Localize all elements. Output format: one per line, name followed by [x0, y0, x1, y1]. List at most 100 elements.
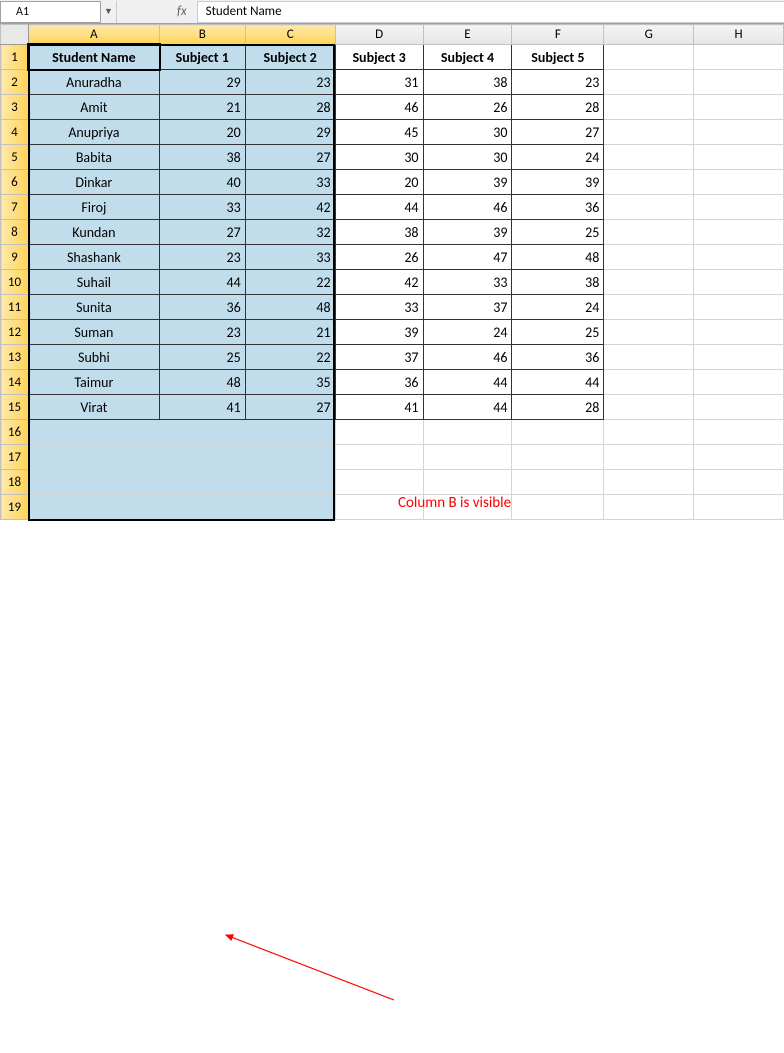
cell-B3[interactable]: 21	[159, 95, 245, 120]
cell-E10[interactable]: 33	[423, 270, 512, 295]
row-header-4[interactable]: 4	[1, 120, 29, 145]
cell-D9[interactable]: 26	[335, 245, 423, 270]
cell-E14[interactable]: 44	[423, 370, 512, 395]
cell-A11[interactable]: Sunita	[28, 295, 159, 320]
cell-G19[interactable]	[604, 495, 694, 520]
row-header-10[interactable]: 10	[1, 270, 29, 295]
cell-E15[interactable]: 44	[423, 395, 512, 420]
cell-C14[interactable]: 35	[245, 370, 335, 395]
cell-H9[interactable]	[694, 245, 784, 270]
cell-C2[interactable]: 23	[245, 70, 335, 95]
cell-D5[interactable]: 30	[335, 145, 423, 170]
cell-G10[interactable]	[604, 270, 694, 295]
column-header-D[interactable]: D	[335, 25, 423, 45]
select-all-corner[interactable]	[1, 25, 29, 45]
cell-F8[interactable]: 25	[512, 220, 604, 245]
cell-D1[interactable]: Subject 3	[335, 45, 423, 70]
cell-C13[interactable]: 22	[245, 345, 335, 370]
cell-F11[interactable]: 24	[512, 295, 604, 320]
cell-A9[interactable]: Shashank	[28, 245, 159, 270]
cell-F13[interactable]: 36	[512, 345, 604, 370]
cell-B1[interactable]: Subject 1	[159, 45, 245, 70]
cell-F18[interactable]	[512, 470, 604, 495]
cell-G7[interactable]	[604, 195, 694, 220]
cell-C10[interactable]: 22	[245, 270, 335, 295]
cell-A16[interactable]	[28, 420, 159, 445]
row-header-11[interactable]: 11	[1, 295, 29, 320]
cell-D7[interactable]: 44	[335, 195, 423, 220]
cell-A8[interactable]: Kundan	[28, 220, 159, 245]
row-header-8[interactable]: 8	[1, 220, 29, 245]
cell-B6[interactable]: 40	[159, 170, 245, 195]
cell-F10[interactable]: 38	[512, 270, 604, 295]
cell-D6[interactable]: 20	[335, 170, 423, 195]
cell-A13[interactable]: Subhi	[28, 345, 159, 370]
cell-D14[interactable]: 36	[335, 370, 423, 395]
cell-C6[interactable]: 33	[245, 170, 335, 195]
column-header-B[interactable]: B	[159, 25, 245, 45]
cell-G1[interactable]	[604, 45, 694, 70]
row-header-15[interactable]: 15	[1, 395, 29, 420]
row-header-7[interactable]: 7	[1, 195, 29, 220]
cell-C9[interactable]: 33	[245, 245, 335, 270]
row-header-12[interactable]: 12	[1, 320, 29, 345]
cell-G11[interactable]	[604, 295, 694, 320]
cell-H12[interactable]	[694, 320, 784, 345]
cell-D18[interactable]	[335, 470, 423, 495]
cell-C17[interactable]	[245, 445, 335, 470]
row-header-13[interactable]: 13	[1, 345, 29, 370]
cell-H17[interactable]	[694, 445, 784, 470]
cell-B8[interactable]: 27	[159, 220, 245, 245]
cell-D11[interactable]: 33	[335, 295, 423, 320]
column-header-H[interactable]: H	[694, 25, 784, 45]
cell-F14[interactable]: 44	[512, 370, 604, 395]
cell-E7[interactable]: 46	[423, 195, 512, 220]
cell-C7[interactable]: 42	[245, 195, 335, 220]
cell-E2[interactable]: 38	[423, 70, 512, 95]
cell-H15[interactable]	[694, 395, 784, 420]
cell-B15[interactable]: 41	[159, 395, 245, 420]
cell-H5[interactable]	[694, 145, 784, 170]
cell-E16[interactable]	[423, 420, 512, 445]
cell-G3[interactable]	[604, 95, 694, 120]
cell-A7[interactable]: Firoj	[28, 195, 159, 220]
cell-B4[interactable]: 20	[159, 120, 245, 145]
cell-G4[interactable]	[604, 120, 694, 145]
row-header-16[interactable]: 16	[1, 420, 29, 445]
cell-H8[interactable]	[694, 220, 784, 245]
column-header-A[interactable]: A	[28, 25, 159, 45]
row-header-17[interactable]: 17	[1, 445, 29, 470]
cell-A18[interactable]	[28, 470, 159, 495]
cell-H7[interactable]	[694, 195, 784, 220]
cell-H1[interactable]	[694, 45, 784, 70]
cell-A15[interactable]: Virat	[28, 395, 159, 420]
cell-A14[interactable]: Taimur	[28, 370, 159, 395]
cell-F1[interactable]: Subject 5	[512, 45, 604, 70]
cell-C15[interactable]: 27	[245, 395, 335, 420]
cell-B10[interactable]: 44	[159, 270, 245, 295]
cell-B12[interactable]: 23	[159, 320, 245, 345]
cell-H11[interactable]	[694, 295, 784, 320]
cell-H3[interactable]	[694, 95, 784, 120]
cell-F19[interactable]	[512, 495, 604, 520]
cell-H16[interactable]	[694, 420, 784, 445]
cell-F4[interactable]: 27	[512, 120, 604, 145]
formula-input[interactable]: Student Name	[197, 1, 784, 23]
cell-G17[interactable]	[604, 445, 694, 470]
fx-icon[interactable]: fx	[117, 4, 197, 19]
cell-E11[interactable]: 37	[423, 295, 512, 320]
cell-H4[interactable]	[694, 120, 784, 145]
cell-D16[interactable]	[335, 420, 423, 445]
row-header-6[interactable]: 6	[1, 170, 29, 195]
cell-A19[interactable]	[28, 495, 159, 520]
cell-B17[interactable]	[159, 445, 245, 470]
cell-D3[interactable]: 46	[335, 95, 423, 120]
cell-D13[interactable]: 37	[335, 345, 423, 370]
cell-E18[interactable]	[423, 470, 512, 495]
cell-E12[interactable]: 24	[423, 320, 512, 345]
cell-E5[interactable]: 30	[423, 145, 512, 170]
cell-G8[interactable]	[604, 220, 694, 245]
cell-E6[interactable]: 39	[423, 170, 512, 195]
cell-C8[interactable]: 32	[245, 220, 335, 245]
cell-H18[interactable]	[694, 470, 784, 495]
